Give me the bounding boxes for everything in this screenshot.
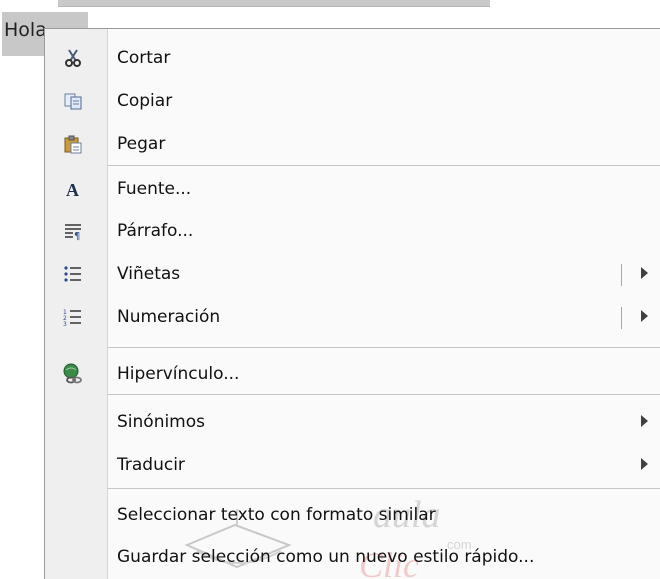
menu-label-guardar: Guardar selección como un nuevo estilo r… [117,547,535,567]
menu-item-hipervinculo[interactable]: Hipervínculo... [45,354,660,394]
paragraph-icon: ¶ [62,220,84,242]
menu-item-numeracion[interactable]: 1 2 3 Numeración [45,297,660,337]
submenu-arrow-icon[interactable] [641,458,648,470]
submenu-divider [621,307,622,329]
menu-item-sinonimos[interactable]: Sinónimos [45,402,660,442]
copy-icon [62,90,84,112]
menu-label-fuente: Fuente... [117,179,192,199]
menu-item-pegar[interactable]: Pegar [45,124,660,164]
submenu-arrow-icon[interactable] [641,267,648,279]
svg-text:A: A [66,180,79,199]
menu-separator [107,347,660,348]
menu-separator [107,394,660,395]
menu-item-vinetas[interactable]: Viñetas [45,254,660,294]
menu-label-traducir: Traducir [117,455,185,475]
menu-item-traducir[interactable]: Traducir [45,445,660,485]
menu-label-hipervinculo: Hipervínculo... [117,364,240,384]
submenu-arrow-icon[interactable] [641,310,648,322]
font-icon: A [62,178,84,200]
top-toolbar-edge [58,0,490,7]
document-text: Hola [4,19,47,41]
bullets-icon [62,263,84,285]
menu-label-cortar: Cortar [117,48,171,68]
menu-label-parrafo: Párrafo... [117,221,194,241]
context-menu: Cortar Copiar Pegar A Fuente... ¶ Párraf… [44,28,660,579]
menu-item-copiar[interactable]: Copiar [45,81,660,121]
menu-item-seleccionar-formato-similar[interactable]: Seleccionar texto con formato similar [45,495,660,535]
menu-label-sinonimos: Sinónimos [117,412,206,432]
submenu-divider [621,264,622,286]
svg-text:3: 3 [63,321,67,327]
menu-label-copiar: Copiar [117,91,173,111]
menu-separator [107,165,660,166]
numbering-icon: 1 2 3 [62,306,84,328]
hyperlink-icon [62,363,84,385]
paste-icon [62,133,84,155]
menu-item-fuente[interactable]: A Fuente... [45,169,660,209]
menu-item-guardar-estilo-rapido[interactable]: Guardar selección como un nuevo estilo r… [45,537,660,577]
menu-label-vinetas: Viñetas [117,264,181,284]
scissors-icon [62,47,84,69]
menu-label-numeracion: Numeración [117,307,221,327]
submenu-arrow-icon[interactable] [641,415,648,427]
menu-item-parrafo[interactable]: ¶ Párrafo... [45,211,660,251]
menu-item-cortar[interactable]: Cortar [45,38,660,78]
svg-text:¶: ¶ [74,231,80,241]
menu-label-seleccionar: Seleccionar texto con formato similar [117,505,436,525]
menu-label-pegar: Pegar [117,134,166,154]
